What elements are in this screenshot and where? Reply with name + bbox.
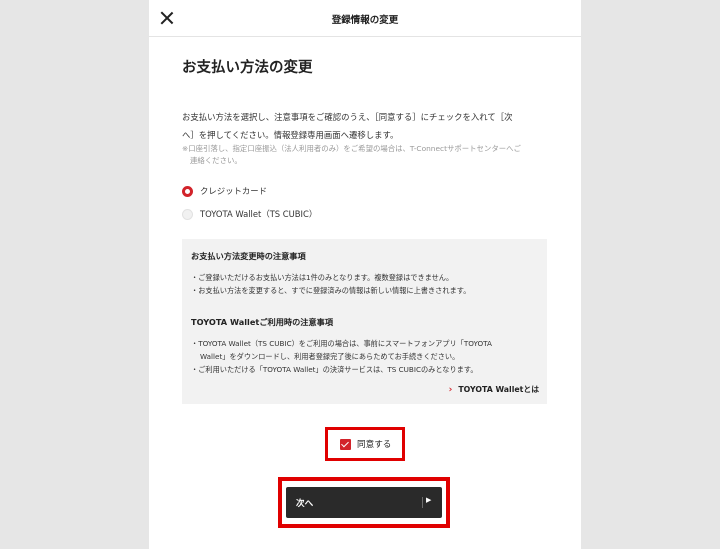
next-highlight-frame: 次へ ▶: [278, 477, 450, 528]
chevron-right-icon: ›: [448, 384, 453, 395]
note-line-2: 連絡ください。: [190, 156, 242, 165]
agree-checkbox[interactable]: 同意する: [340, 438, 391, 450]
intro-line-1: お支払い方法を選択し、注意事項をご確認のうえ、［同意する］にチェックを入れて［次: [182, 112, 513, 122]
arrow-right-icon: ▶: [426, 496, 432, 504]
header-title: 登録情報の変更: [331, 15, 399, 26]
change-note-item: ・ご登録いただけるお支払い方法は1件のみとなります。複数登録はできません。: [191, 273, 454, 282]
radio-label: クレジットカード: [200, 186, 267, 196]
note-line-1: ※口座引落し、指定口座振込（法人利用者のみ）をご希望の場合は、T-Connect…: [182, 144, 521, 153]
checkbox-checked-icon[interactable]: [340, 438, 351, 450]
wallet-note-item-continued: Wallet」をダウンロードし、利用者登録完了後にあらためてお手続きください。: [200, 352, 460, 361]
button-divider: [422, 497, 423, 508]
radio-toyota-wallet[interactable]: TOYOTA Wallet（TS CUBIC）: [182, 207, 317, 221]
agree-highlight-frame: 同意する: [325, 427, 405, 461]
next-button[interactable]: 次へ ▶: [286, 487, 442, 518]
toyota-wallet-link[interactable]: › TOYOTA Walletとは: [449, 384, 539, 395]
agree-label: 同意する: [357, 440, 392, 450]
wallet-link-label: TOYOTA Walletとは: [458, 385, 539, 394]
page-title: お支払い方法の変更: [182, 60, 313, 76]
top-bar: 登録情報の変更: [149, 0, 581, 37]
radio-label: TOYOTA Wallet（TS CUBIC）: [200, 209, 318, 219]
intro-line-2: へ］を押してください。情報登録専用画面へ遷移します。: [182, 130, 399, 140]
radio-unselected-icon[interactable]: [182, 208, 193, 220]
radio-credit-card[interactable]: クレジットカード: [182, 184, 267, 198]
wallet-note-item: ・ご利用いただける「TOYOTA Wallet」の決済サービスは、TS CUBI…: [191, 365, 478, 374]
wallet-note-item: ・TOYOTA Wallet（TS CUBIC）をご利用の場合は、事前にスマート…: [191, 339, 492, 348]
intro-text: お支払い方法を選択し、注意事項をご確認のうえ、［同意する］にチェックを入れて［次…: [182, 108, 548, 144]
contact-note: ※口座引落し、指定口座振込（法人利用者のみ）をご希望の場合は、T-Connect…: [182, 143, 548, 167]
change-note-item: ・お支払い方法を変更すると、すでに登録済みの情報は新しい情報に上書きされます。: [191, 286, 471, 295]
next-button-label: 次へ: [296, 499, 314, 509]
modal-panel: 登録情報の変更 お支払い方法の変更 お支払い方法を選択し、注意事項をご確認のうえ…: [149, 0, 581, 549]
change-notes-heading: お支払い方法変更時の注意事項: [191, 251, 306, 261]
radio-selected-icon[interactable]: [182, 185, 193, 197]
wallet-notes-heading: TOYOTA Walletご利用時の注意事項: [191, 317, 334, 327]
notes-box: お支払い方法変更時の注意事項 ・ご登録いただけるお支払い方法は1件のみとなります…: [182, 239, 547, 404]
